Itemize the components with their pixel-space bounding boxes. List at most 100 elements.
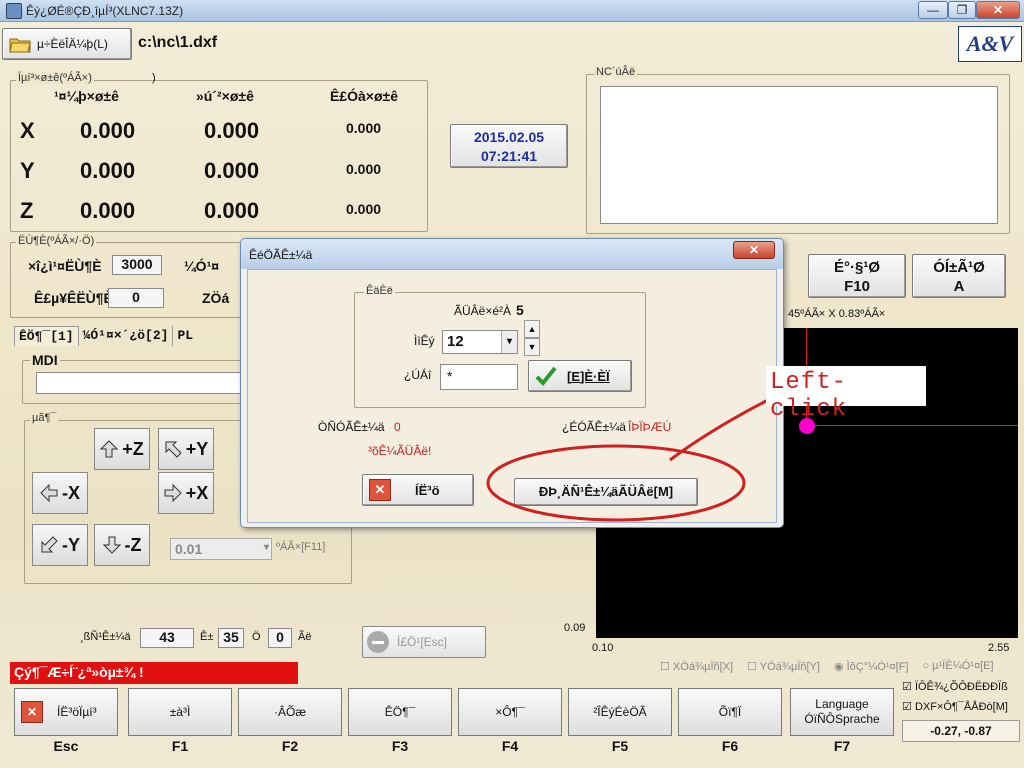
- radio-forward[interactable]: ◉ ÌõÇ°¼Ó¹¤[F]: [834, 660, 909, 673]
- plot-scale-text: 45ºÁÃ× X 0.83ºÁÃ×: [788, 308, 886, 320]
- a-toggle-button[interactable]: ÓÍ±Ã¹Ø A: [912, 254, 1006, 298]
- x-work-value: 0.000: [80, 118, 136, 143]
- maximize-button[interactable]: ❐: [948, 1, 976, 19]
- tab-process-status[interactable]: ¼Ó¹¤×´¿ö[2]: [79, 326, 174, 346]
- fkey-exit-button[interactable]: ✕ ÍË³öÏµí³: [14, 688, 118, 736]
- axis-x-label: X: [20, 118, 35, 143]
- axis-z-label: Z: [20, 198, 34, 223]
- chevron-down-icon: ▾: [263, 542, 269, 553]
- stop-button[interactable]: Í£Ö¹[Esc]: [362, 626, 486, 658]
- jog-step-select[interactable]: 0.01 ▾: [170, 538, 272, 560]
- days-spinner[interactable]: ▲ ▼: [524, 320, 540, 356]
- coordinates-group-label: Ïµí³×ø±ê(ºÁÃ×): [16, 72, 94, 84]
- fkey-f2-button[interactable]: ·ÂÕæ: [238, 688, 342, 736]
- fkey-f6-button[interactable]: Õï¶Ï: [678, 688, 782, 736]
- plot-x-left: 0.10: [592, 642, 614, 654]
- dialog-close-button[interactable]: ✕: [733, 241, 775, 259]
- minimize-button[interactable]: —: [918, 1, 948, 19]
- rapid-speed-value: 0: [108, 288, 164, 308]
- jog-minus-y-label: -Y: [62, 534, 80, 555]
- arrow-down-icon: [102, 536, 121, 554]
- minute-label: Ö: [252, 631, 261, 643]
- folder-icon: [9, 38, 31, 53]
- close-button[interactable]: ✕: [976, 1, 1020, 19]
- annotation-ellipse: [486, 444, 746, 522]
- fkey-f7-button[interactable]: Language ÓïÑÔSprache: [790, 688, 894, 736]
- datetime-display: 2015.02.05 07:21:41: [450, 124, 568, 168]
- input-group-label: ÊäÈë: [364, 285, 395, 297]
- mdi-input[interactable]: [36, 372, 246, 394]
- show-empty-lines-checkbox[interactable]: ☑ ÏÔÊ¾¿ÕÔÐËÐÐÏß: [902, 680, 1020, 698]
- f10-key: F10: [844, 278, 870, 295]
- spinner-down-icon[interactable]: ▼: [524, 338, 540, 356]
- a-key: A: [953, 278, 965, 295]
- z-work-value: 0.000: [80, 198, 136, 223]
- show-empty-lines-label: ÏÔÊ¾¿ÕÔÐËÐÐÏß: [914, 681, 1008, 693]
- second-unit: Ãë: [298, 631, 312, 643]
- jog-plus-x-button[interactable]: +X: [158, 472, 214, 514]
- x-mirror-label: XÖá¾µÏñ[X]: [672, 661, 734, 673]
- speed-group-label: ËÙ¶È(ºÁÃ×/·Ö): [16, 235, 97, 247]
- fkey-f6-key: F6: [721, 738, 739, 754]
- jog-minus-y-button[interactable]: -Y: [32, 524, 88, 566]
- cancel-x-icon: ✕: [369, 479, 391, 501]
- days-select[interactable]: 12 ▾: [442, 330, 518, 354]
- initial-password-warning: ³õÊ¼ÃÜÂë!: [368, 444, 432, 458]
- password-count-label: ÃÜÂë×é²À: [454, 304, 512, 318]
- x-remain-value: 0.000: [346, 120, 382, 136]
- dialog-title-bar: ÊéÖÃÊ±¼ä ✕: [241, 239, 783, 269]
- chevron-down-icon: ▾: [501, 331, 517, 353]
- y-mirror-checkbox[interactable]: ☐ YÖá¾µÏñ[Y]: [747, 660, 820, 673]
- rapid-speed-label: Ê£µ¥ÊËÙ¶È: [34, 290, 113, 306]
- fkey-f1-button[interactable]: ±à³Ì: [128, 688, 232, 736]
- jog-minus-x-button[interactable]: -X: [32, 472, 88, 514]
- work-coord-header: ¹¤¼þ×ø±ê: [54, 88, 119, 104]
- jog-step-unit: ºÁÃ×[F11]: [276, 541, 326, 553]
- fkey-f3-button[interactable]: ÊÖ¶¯: [348, 688, 452, 736]
- dialog-cancel-button[interactable]: ✕ ÍË³ö: [362, 474, 474, 506]
- feed-speed-label: ×î¿ì¹¤ËÙ¶È: [28, 258, 102, 274]
- jog-plus-z-button[interactable]: +Z: [94, 428, 150, 470]
- dxf-sort-checkbox[interactable]: ☑ DXF×Ô¶¯ÅÅÐò[M]: [902, 700, 1020, 718]
- open-file-button[interactable]: µ÷ÈëÎÄ¼þ(L): [2, 28, 132, 60]
- jog-minus-z-button[interactable]: -Z: [94, 524, 150, 566]
- process-speed-label: ¼Ó¹¤: [184, 258, 220, 274]
- arrow-left-icon: [40, 484, 58, 502]
- arrow-right-icon: [164, 484, 182, 502]
- mdi-label: MDI: [30, 352, 60, 368]
- spinner-up-icon[interactable]: ▲: [524, 320, 540, 338]
- tab-strip: ÊÖ¶¯[1] ¼Ó¹¤×´¿ö[2] PL: [14, 326, 197, 346]
- z-remain-value: 0.000: [346, 201, 382, 217]
- radio-reverse[interactable]: ○ µ¹ÏÈ¼Ó¹¤[E]: [922, 660, 993, 673]
- hour-label: Ê±: [200, 631, 214, 643]
- arrow-diag-down-left-icon: [41, 536, 58, 553]
- app-icon: [6, 3, 22, 19]
- nc-code-textbox[interactable]: [600, 86, 998, 224]
- tab-pl[interactable]: PL: [173, 326, 197, 346]
- tab-manual[interactable]: ÊÖ¶¯[1]: [14, 326, 79, 346]
- password-count-value: 5: [516, 302, 524, 318]
- days-label: ÌìÊý: [414, 334, 435, 348]
- date-text: 2015.02.05: [473, 129, 545, 145]
- jog-group-label: µã¶¯: [30, 412, 59, 424]
- jog-minus-z-label: -Z: [124, 534, 142, 555]
- group-label-paren: ): [152, 72, 156, 84]
- title-bar: Êý¿ØÉ®ÇÐ¸îµÍ³(XLNC7.13Z) — ❐ ✕: [0, 0, 1024, 22]
- x-mirror-checkbox[interactable]: ☐ XÖá¾µÏñ[X]: [660, 660, 733, 673]
- pressure-time-value: 43: [140, 628, 194, 648]
- f10-label: É°·§¹Ø: [833, 259, 880, 276]
- axis-y-label: Y: [20, 158, 35, 183]
- arrow-diag-up-left-icon: [165, 441, 182, 458]
- mirror-options: ☐ XÖá¾µÏñ[X] ☐ YÖá¾µÏñ[Y] ◉ ÌõÇ°¼Ó¹¤[F] …: [660, 660, 994, 673]
- used-time-label: ÒÑÓÃÊ±¼ä: [318, 420, 385, 434]
- fkey-f4-button[interactable]: ×Ô¶¯: [458, 688, 562, 736]
- jog-plus-x-label: +X: [185, 482, 209, 503]
- fkey-f5-key: F5: [611, 738, 629, 754]
- alarm-banner: Çý¶¯Æ÷Í¨¿ª»òµ±¾ !: [10, 662, 298, 684]
- jog-step-value: 0.01: [175, 541, 203, 557]
- f10-toggle-button[interactable]: É°·§¹Ø F10: [808, 254, 906, 298]
- feed-speed-value: 3000: [112, 255, 162, 275]
- fkey-f5-button[interactable]: ²ÎÊýÉèÖÃ: [568, 688, 672, 736]
- jog-plus-y-button[interactable]: +Y: [158, 428, 214, 470]
- y-mirror-label: YÖá¾µÏñ[Y]: [759, 661, 820, 673]
